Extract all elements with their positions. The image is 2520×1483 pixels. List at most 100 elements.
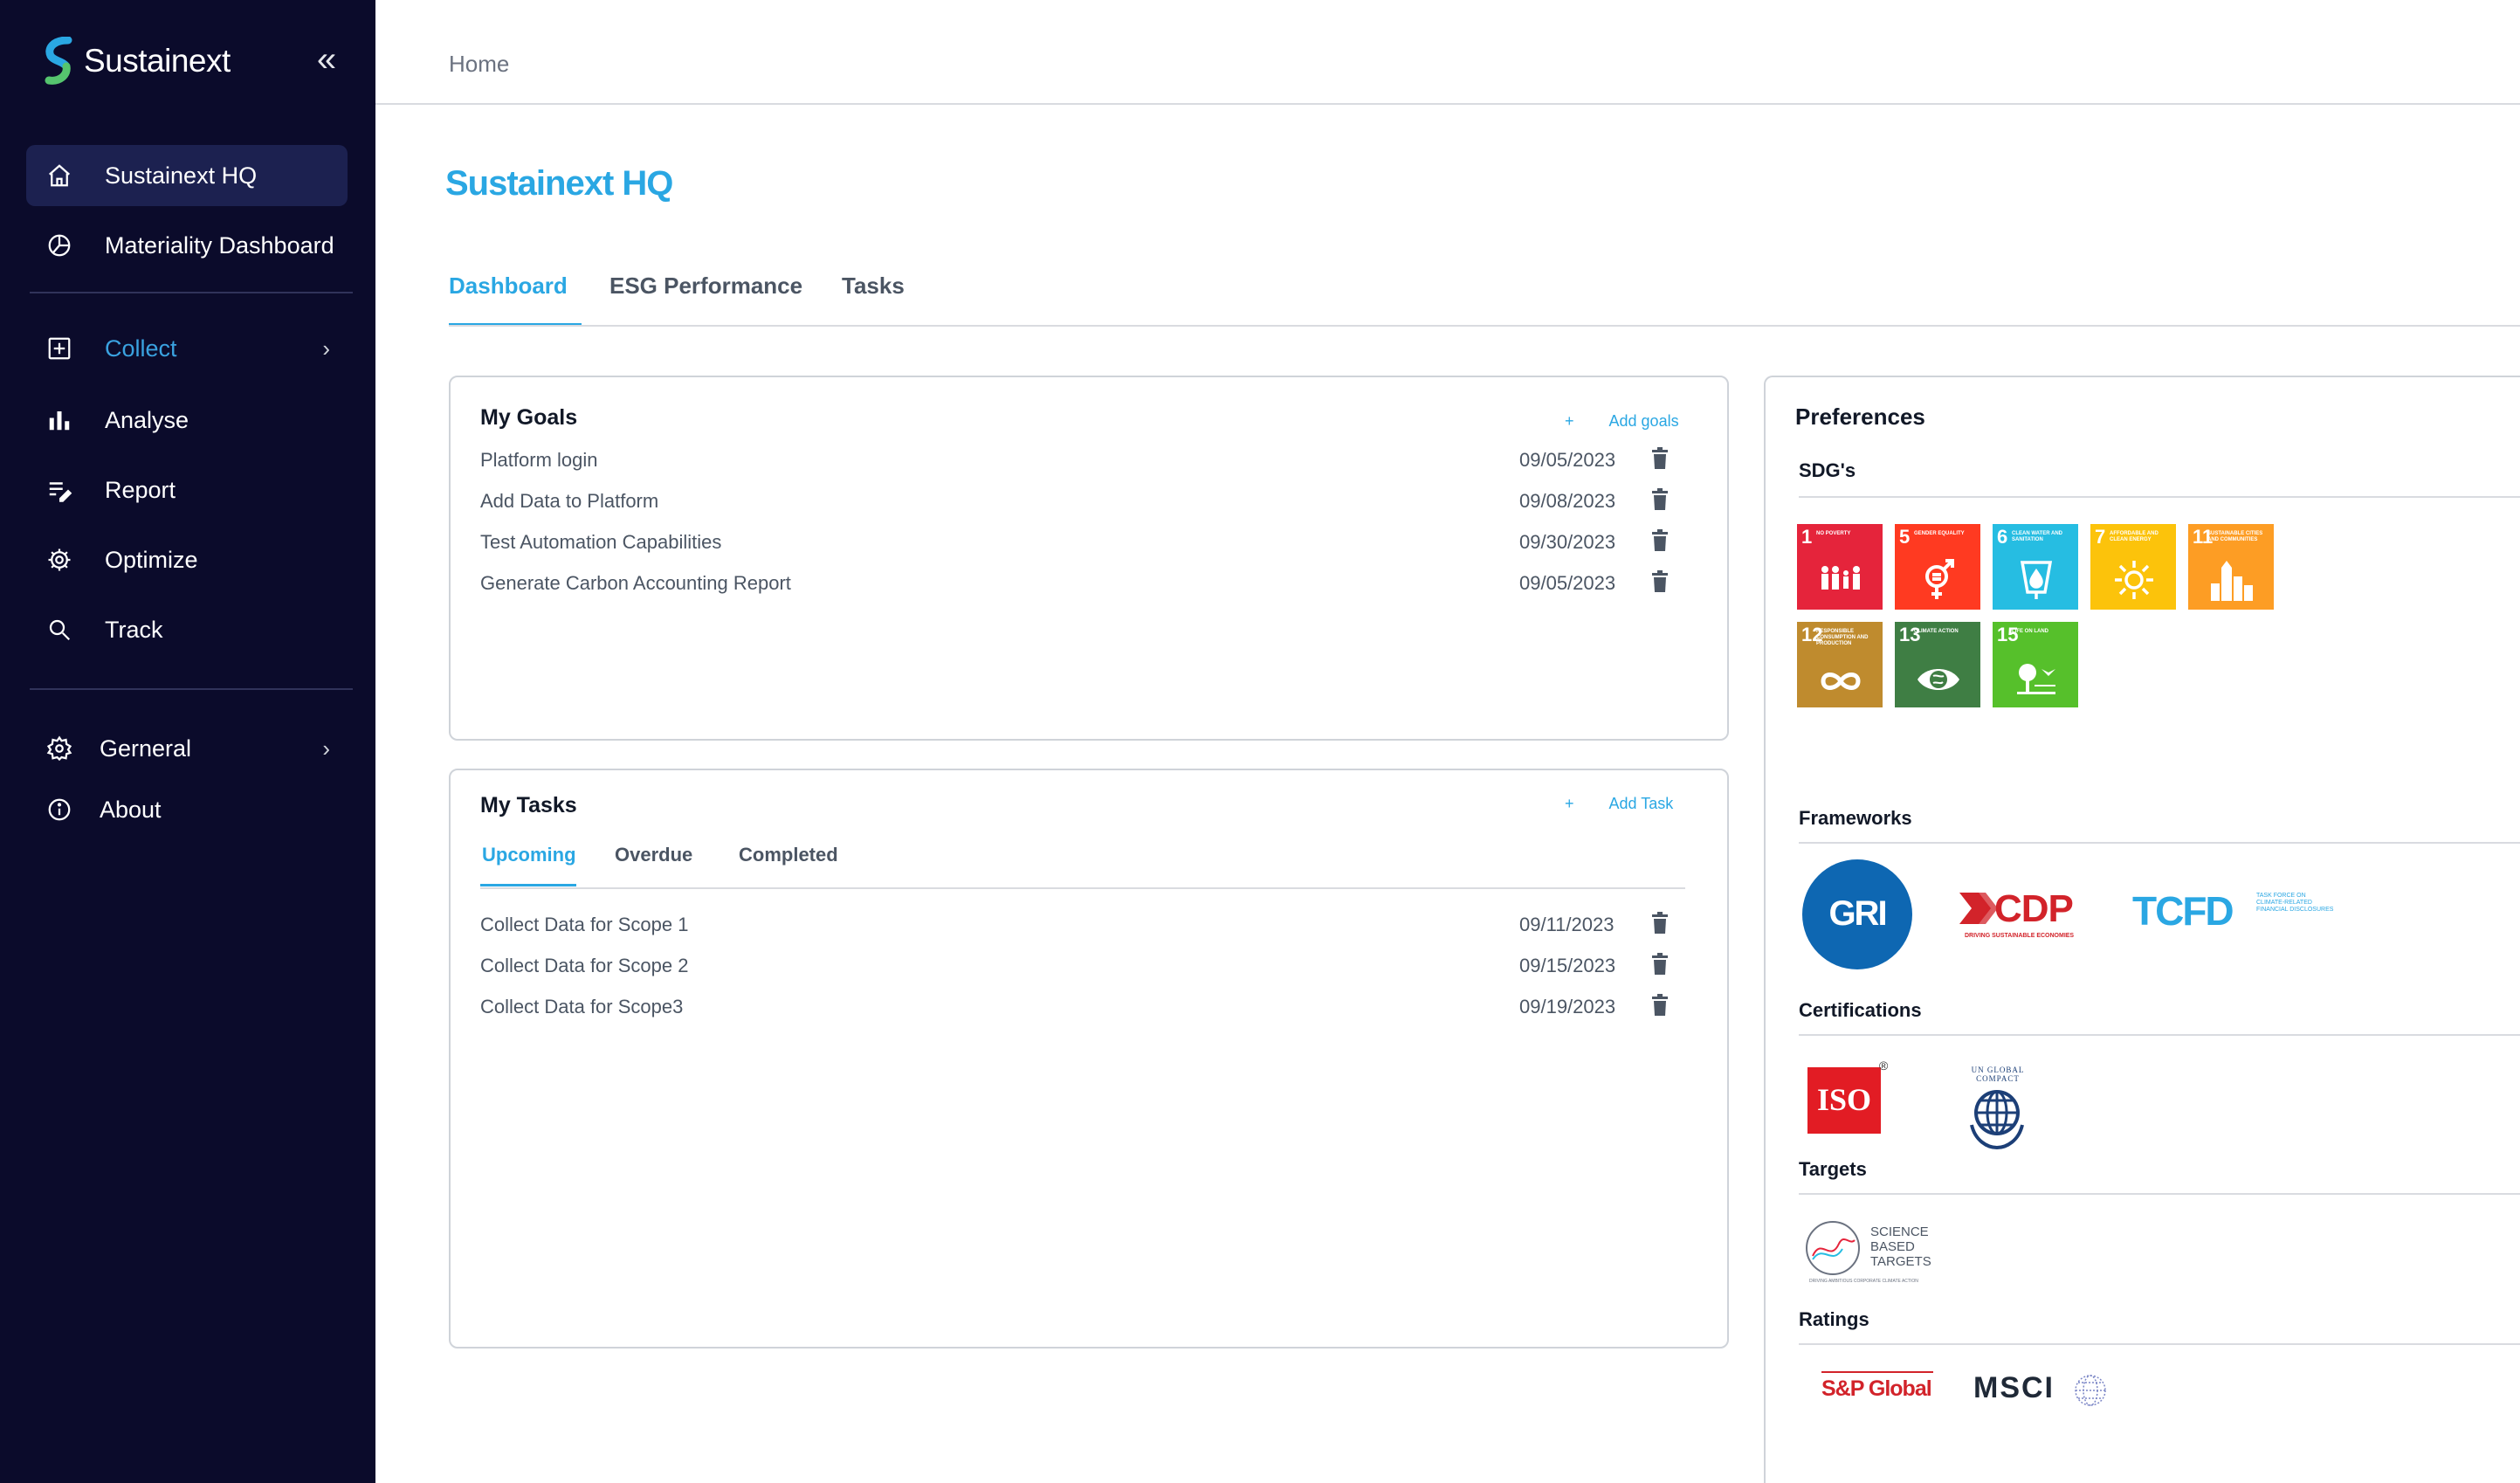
goal-row[interactable]: Add Data to Platform 09/08/2023 (480, 488, 1738, 525)
sidebar-item-label: Gerneral (100, 735, 192, 762)
sdg-title: RESPONSIBLE CONSUMPTION AND PRODUCTION (1816, 629, 1869, 646)
subtab-upcoming[interactable]: Upcoming (482, 844, 576, 866)
iso-logo[interactable]: ISO ® (1807, 1059, 1889, 1135)
plus-icon: + (1565, 795, 1574, 812)
section-divider (1799, 1343, 2520, 1345)
water-icon (2020, 561, 2053, 599)
sdg-title: AFFORDABLE AND CLEAN ENERGY (2110, 531, 2159, 542)
sbt-tagline: DRIVING AMBITIOUS CORPORATE CLIMATE ACTI… (1809, 1279, 1918, 1284)
task-row[interactable]: Collect Data for Scope 1 09/11/2023 (480, 912, 1738, 948)
home-icon (42, 158, 77, 193)
tcfd-logo[interactable]: TCFD TASK FORCE ON CLIMATE-RELATED FINAN… (2132, 887, 2351, 936)
ungc-text: UN GLOBAL COMPACT (1971, 1066, 2025, 1083)
sidebar-item-about[interactable]: About (26, 779, 348, 840)
breadcrumb[interactable]: Home (449, 51, 509, 78)
gri-logo[interactable]: GRI (1802, 859, 1912, 969)
sdg-title: LIFE ON LAND (2012, 629, 2048, 634)
sdg-number: 13 (1899, 624, 1921, 645)
sidebar-item-label: Materiality Dashboard (105, 231, 334, 259)
subtab-overdue[interactable]: Overdue (615, 844, 692, 866)
sidebar: Sustainext « Sustainext HQ Materiality D… (0, 0, 375, 1483)
sdg-tile-13[interactable]: 13 CLIMATE ACTION (1895, 622, 1980, 707)
gear-settings-icon (42, 542, 77, 577)
sdg-tile-11[interactable]: 11 SUSTAINABLE CITIES AND COMMUNITIES (2188, 524, 2274, 610)
add-task-button[interactable]: + Add Task (1565, 795, 1673, 813)
cdp-logo[interactable]: CDP DRIVING SUSTAINABLE ECONOMIES (1959, 886, 2099, 942)
sidebar-item-label: Report (105, 476, 176, 503)
tab-tasks[interactable]: Tasks (842, 272, 905, 300)
trash-icon[interactable] (1650, 570, 1670, 593)
sun-power-icon (2115, 561, 2153, 599)
brand[interactable]: Sustainext (42, 35, 231, 87)
cdp-logo-text: CDP (1994, 887, 2074, 930)
sdg-tile-1[interactable]: 1 NO POVERTY (1797, 524, 1883, 610)
un-global-compact-logo[interactable]: UN GLOBAL COMPACT (1949, 1062, 2045, 1158)
sidebar-item-label: About (100, 796, 162, 823)
goal-row[interactable]: Test Automation Capabilities 09/30/2023 (480, 529, 1738, 566)
sdg-number: 15 (1997, 624, 2019, 645)
sdg-tile-5[interactable]: 5 GENDER EQUALITY (1895, 524, 1980, 610)
chevron-right-icon: › (322, 735, 330, 762)
sdg-tile-12[interactable]: 12 RESPONSIBLE CONSUMPTION AND PRODUCTIO… (1797, 622, 1883, 707)
goal-name: Test Automation Capabilities (480, 531, 722, 553)
sbt-line-2: BASED (1870, 1239, 1915, 1254)
section-divider (1799, 496, 2520, 498)
my-goals-title: My Goals (480, 405, 578, 430)
science-based-targets-logo[interactable]: SCIENCE BASED TARGETS DRIVING AMBITIOUS … (1804, 1216, 1952, 1286)
goal-date: 09/30/2023 (1519, 531, 1616, 553)
iso-logo-text: ISO (1816, 1082, 1872, 1117)
msci-logo[interactable]: MSCI (1973, 1369, 2113, 1413)
infinity-icon (1821, 673, 1861, 690)
sidebar-item-optimize[interactable]: Optimize (26, 529, 348, 590)
sdg-number: 5 (1899, 526, 1911, 548)
section-divider (1799, 1034, 2520, 1036)
sidebar-item-track[interactable]: Track (26, 599, 348, 660)
sp-global-logo[interactable]: S&P Global (1821, 1371, 1944, 1410)
task-date: 09/15/2023 (1519, 955, 1616, 976)
plus-square-icon (42, 331, 77, 366)
trash-icon[interactable] (1650, 447, 1670, 470)
goal-row[interactable]: Platform login 09/05/2023 (480, 447, 1738, 484)
task-row[interactable]: Collect Data for Scope 2 09/15/2023 (480, 953, 1738, 990)
sidebar-item-label: Sustainext HQ (105, 162, 258, 189)
sdg-title: CLIMATE ACTION (1914, 629, 1959, 634)
cdp-tagline: DRIVING SUSTAINABLE ECONOMIES (1965, 933, 2075, 939)
sdg-tile-15[interactable]: 15 LIFE ON LAND (1993, 622, 2078, 707)
preferences-card: Preferences SDG's 1 NO POVERTY 5 GENDER … (1764, 376, 2520, 1483)
sdg-tile-6[interactable]: 6 CLEAN WATER AND SANITATION (1993, 524, 2078, 610)
goal-row[interactable]: Generate Carbon Accounting Report 09/05/… (480, 570, 1738, 607)
tab-dashboard[interactable]: Dashboard (449, 272, 568, 300)
certifications-label: Certifications (1799, 999, 1922, 1021)
trash-icon[interactable] (1650, 529, 1670, 552)
sidebar-item-sustainext-hq[interactable]: Sustainext HQ (26, 145, 348, 206)
tab-esg-performance[interactable]: ESG Performance (609, 272, 802, 300)
chevron-right-icon: › (322, 335, 330, 362)
task-row[interactable]: Collect Data for Scope3 09/19/2023 (480, 994, 1738, 1031)
sidebar-item-materiality-dashboard[interactable]: Materiality Dashboard (26, 215, 348, 276)
sidebar-item-collect[interactable]: Collect › (26, 318, 348, 379)
section-divider (1799, 842, 2520, 844)
trash-icon[interactable] (1650, 953, 1670, 976)
report-edit-icon (42, 472, 77, 507)
task-date: 09/11/2023 (1519, 914, 1615, 935)
tree-bird-icon (2017, 664, 2055, 694)
tcfd-logo-text: TCFD (2132, 888, 2234, 934)
trash-icon[interactable] (1650, 488, 1670, 511)
trash-icon[interactable] (1650, 912, 1670, 935)
people-icon (1821, 566, 1860, 590)
sdg-number: 7 (2095, 526, 2106, 548)
trash-icon[interactable] (1650, 994, 1670, 1017)
bar-chart-icon (42, 403, 77, 438)
gri-logo-text: GRI (1828, 894, 1887, 933)
collapse-sidebar-icon[interactable]: « (307, 40, 346, 79)
sdg-tile-7[interactable]: 7 AFFORDABLE AND CLEAN ENERGY (2090, 524, 2176, 610)
sidebar-item-analyse[interactable]: Analyse (26, 390, 348, 451)
sidebar-item-general[interactable]: Gerneral › (26, 718, 348, 779)
frameworks-label: Frameworks (1799, 807, 1912, 829)
sbt-circle-icon (1806, 1221, 1860, 1275)
add-goals-button[interactable]: + Add goals (1565, 412, 1679, 431)
sidebar-item-report[interactable]: Report (26, 459, 348, 521)
tcfd-tagline: TASK FORCE ON CLIMATE-RELATED FINANCIAL … (2256, 893, 2334, 913)
subtab-completed[interactable]: Completed (739, 844, 838, 866)
registered-mark: ® (1879, 1059, 1889, 1073)
